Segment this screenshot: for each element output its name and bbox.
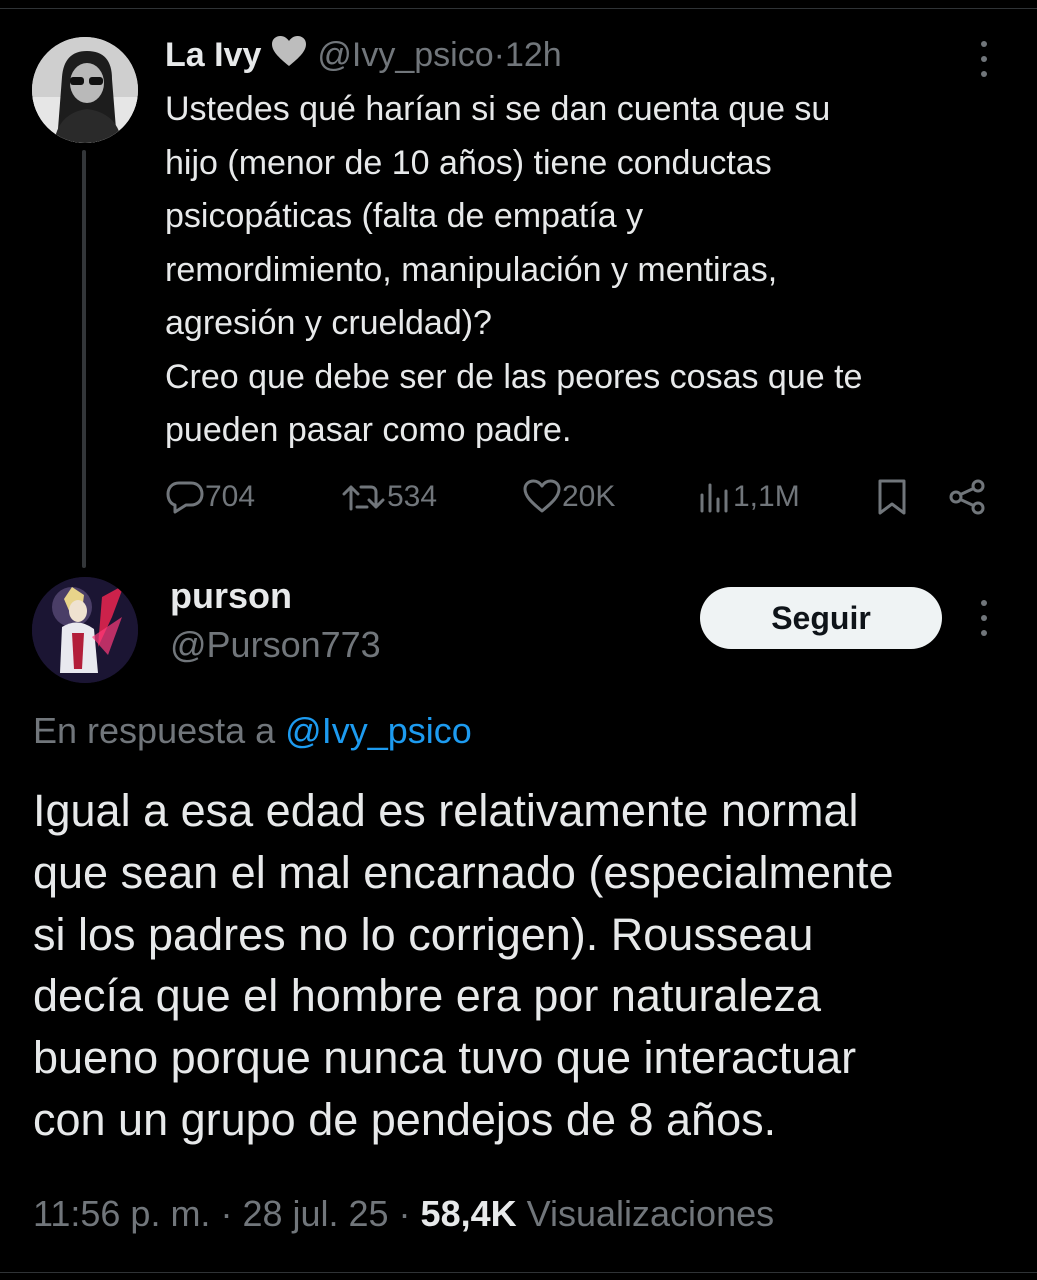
parent-time[interactable]: 12h	[505, 36, 562, 75]
text-line: hijo (menor de 10 años) tiene conductas	[165, 143, 772, 182]
text-line: bueno porque nunca tuvo que interactuar	[33, 1032, 857, 1084]
like-button[interactable]: 20K	[522, 474, 615, 520]
reply-date[interactable]: 28 jul. 25	[242, 1193, 388, 1234]
repost-button[interactable]: 534	[341, 474, 437, 520]
views-count: 1,1M	[733, 480, 800, 513]
follow-button[interactable]: Seguir	[700, 587, 942, 649]
repost-icon	[341, 479, 387, 515]
reply-author-name[interactable]: purson	[170, 575, 292, 617]
parent-tweet-text: Ustedes qué harían si se dan cuenta que …	[165, 83, 1005, 458]
reply-icon	[165, 479, 205, 515]
parent-header: La Ivy @Ivy_psico · 12h	[165, 33, 562, 77]
reply-button[interactable]: 704	[165, 474, 255, 520]
separator-dot: ·	[388, 1193, 421, 1234]
text-line: Ustedes qué harían si se dan cuenta que …	[165, 90, 831, 128]
like-count: 20K	[562, 480, 616, 513]
in-reply-to: En respuesta a @Ivy_psico	[33, 710, 472, 752]
like-icon	[522, 479, 562, 515]
action-bar: 704 534 20K 1,1M	[165, 474, 995, 520]
views-icon	[697, 479, 733, 515]
reply-meta: 11:56 p. m. · 28 jul. 25 · 58,4K Visuali…	[33, 1193, 774, 1235]
reply-tweet-text: Igual a esa edad es relativamente normal…	[33, 780, 1013, 1151]
more-icon[interactable]	[977, 600, 991, 636]
text-line: que sean el mal encarnado (especialmente	[33, 846, 894, 898]
text-line: agresión y crueldad)?	[165, 304, 492, 342]
text-line: psicopáticas (falta de empatía y	[165, 197, 644, 235]
top-divider	[0, 8, 1037, 9]
heart-icon	[271, 35, 307, 76]
text-line: con un grupo de pendejos de 8 años.	[33, 1093, 777, 1145]
separator-dot: ·	[210, 1193, 243, 1234]
share-button[interactable]	[947, 474, 987, 520]
parent-author-name[interactable]: La Ivy	[165, 36, 261, 75]
avatar-purson[interactable]	[32, 577, 138, 683]
reply-time[interactable]: 11:56 p. m.	[33, 1193, 210, 1234]
reply-views-count[interactable]: 58,4K	[421, 1193, 517, 1234]
repost-count: 534	[387, 480, 438, 513]
bookmark-button[interactable]	[875, 474, 909, 520]
text-line: si los padres no lo corrigen). Rousseau	[33, 908, 814, 960]
avatar-la-ivy[interactable]	[32, 37, 138, 143]
text-line: Creo que debe ser de las peores cosas qu…	[165, 357, 863, 396]
reply-count: 704	[205, 480, 256, 513]
separator-dot: ·	[493, 35, 505, 74]
text-line: Igual a esa edad es relativamente normal	[33, 785, 859, 836]
bottom-divider	[0, 1272, 1037, 1273]
bookmark-icon	[875, 478, 909, 516]
reply-views-label: Visualizaciones	[516, 1193, 775, 1234]
text-line: remordimiento, manipulación y mentiras,	[165, 250, 778, 289]
in-reply-prefix: En respuesta a	[33, 710, 286, 751]
thread-line	[82, 150, 86, 568]
share-icon	[947, 478, 987, 516]
text-line: decía que el hombre era por naturaleza	[33, 970, 822, 1022]
views-button[interactable]: 1,1M	[697, 474, 800, 520]
parent-handle[interactable]: @Ivy_psico	[317, 36, 493, 75]
text-line: pueden pasar como padre.	[165, 411, 572, 449]
reply-author-handle[interactable]: @Purson773	[170, 624, 381, 666]
more-icon[interactable]	[977, 41, 991, 77]
in-reply-mention-link[interactable]: @Ivy_psico	[285, 710, 472, 751]
